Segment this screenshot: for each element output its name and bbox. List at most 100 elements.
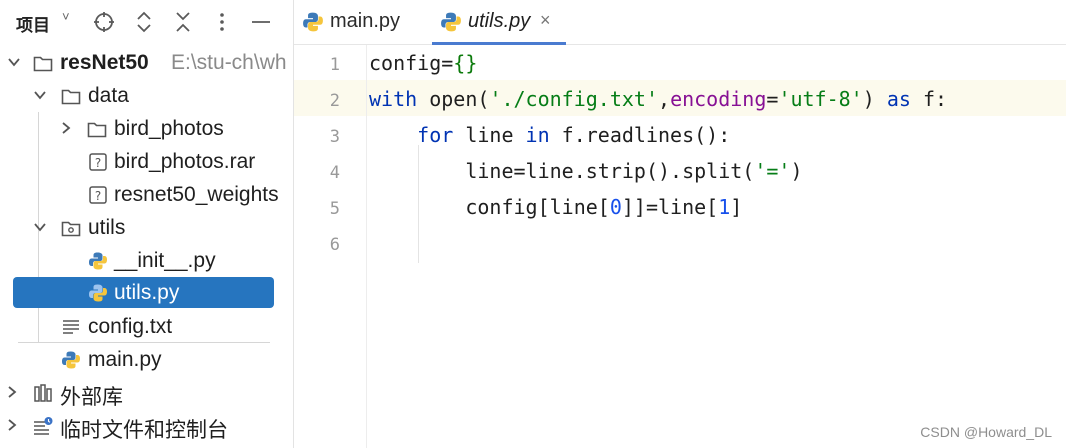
- tree-item-label: config.txt: [88, 315, 173, 338]
- tree-item-label: utils.py: [114, 281, 180, 304]
- tree-item-label: utils: [88, 216, 126, 239]
- line-number: 1: [329, 55, 340, 75]
- tree-item-label: bird_photos: [114, 117, 224, 140]
- python-file-icon: [303, 12, 323, 32]
- code-token: =: [766, 87, 779, 111]
- project-sidebar: 项目 ˅ resNet50 E:\stu-ch\wh data bird_pho…: [0, 0, 294, 448]
- tab-main-py[interactable]: main.py: [294, 0, 422, 44]
- tab-label: main.py: [330, 10, 401, 32]
- chevron-right-icon[interactable]: [5, 385, 19, 399]
- tree-item-external-libraries[interactable]: 外部库: [0, 376, 293, 409]
- code-token: ]]: [621, 195, 646, 219]
- python-file-icon: [62, 351, 80, 369]
- tree-item-utils[interactable]: utils: [0, 211, 293, 244]
- library-icon: [34, 384, 52, 402]
- code-line[interactable]: config={}: [369, 45, 477, 81]
- editor-tab-bar: main.py utils.py ×: [294, 0, 1066, 45]
- chevron-down-icon[interactable]: [33, 220, 47, 234]
- code-token: f.readlines():: [561, 123, 731, 147]
- line-number-gutter: 1 2 3 4 5 6: [294, 45, 367, 448]
- chevron-right-icon[interactable]: [5, 418, 19, 432]
- code-token: ): [790, 159, 803, 183]
- tab-utils-py[interactable]: utils.py ×: [432, 0, 566, 45]
- code-token: as: [886, 87, 923, 111]
- code-token: line[: [658, 195, 719, 219]
- tree-item-label: resNet50: [60, 51, 149, 74]
- code-line[interactable]: for line in f.readlines():: [369, 117, 730, 153]
- code-token: f:: [922, 87, 948, 111]
- svg-text:?: ?: [95, 189, 101, 203]
- tree-item-label: bird_photos.rar: [114, 150, 256, 173]
- tree-item-label: 外部库: [60, 386, 123, 409]
- code-token: line: [465, 123, 526, 147]
- more-options-icon[interactable]: [211, 11, 233, 33]
- tree-item-resnet50[interactable]: resNet50 E:\stu-ch\wh: [0, 46, 293, 79]
- tree-item-label: main.py: [88, 348, 162, 371]
- line-number: 2: [329, 91, 340, 111]
- code-token: with: [369, 87, 430, 111]
- tree-item-data[interactable]: data: [0, 79, 293, 112]
- line-number: 3: [329, 127, 340, 147]
- collapse-all-icon[interactable]: [172, 11, 194, 33]
- tree-item-path: E:\stu-ch\wh: [171, 51, 287, 74]
- unknown-file-icon: ?: [89, 186, 107, 204]
- watermark: CSDN @Howard_DL: [920, 424, 1052, 440]
- line-number: 5: [329, 199, 340, 219]
- chevron-down-icon[interactable]: [7, 55, 21, 69]
- tree-item-scratches-consoles[interactable]: 临时文件和控制台: [0, 409, 293, 442]
- code-token: =: [645, 195, 659, 219]
- scratches-icon: [34, 417, 53, 435]
- package-folder-icon: [61, 221, 81, 237]
- text-file-icon: [63, 320, 79, 334]
- locate-icon[interactable]: [93, 11, 115, 33]
- code-editor[interactable]: 1 2 3 4 5 6 config={} with open('./config…: [294, 45, 1066, 448]
- code-token: line.strip().split(: [525, 159, 755, 183]
- code-token: '=': [754, 159, 791, 183]
- code-token: =: [441, 51, 454, 75]
- code-line[interactable]: config[line[0]]=line[1]: [369, 189, 742, 225]
- tree-item-main-py[interactable]: main.py: [0, 343, 293, 376]
- code-token: =: [513, 159, 526, 183]
- python-file-icon: [89, 284, 107, 302]
- folder-icon: [61, 89, 81, 105]
- code-token: open: [429, 87, 478, 111]
- expand-all-icon[interactable]: [133, 11, 155, 33]
- code-token: './config.txt': [489, 87, 659, 111]
- tree-item-init-py[interactable]: __init__.py: [0, 244, 293, 277]
- code-line[interactable]: line=line.strip().split('='): [369, 153, 803, 189]
- tree-item-label: __init__.py: [114, 249, 216, 272]
- minimize-icon[interactable]: [250, 11, 272, 33]
- line-number: 4: [329, 163, 340, 183]
- tree-item-config-txt[interactable]: config.txt: [0, 310, 293, 343]
- code-token: config: [369, 51, 442, 75]
- folder-icon: [33, 56, 53, 72]
- chevron-down-icon[interactable]: [33, 88, 47, 102]
- code-token: encoding: [670, 87, 767, 111]
- folder-icon: [87, 122, 107, 138]
- chevron-down-icon[interactable]: ˅: [62, 9, 70, 24]
- tree-item-label: 临时文件和控制台: [60, 419, 228, 442]
- chevron-right-icon[interactable]: [59, 121, 73, 135]
- python-file-icon: [89, 252, 107, 270]
- svg-text:?: ?: [95, 156, 101, 170]
- code-token: ,: [658, 87, 671, 111]
- code-token: for: [369, 123, 466, 147]
- code-token: in: [525, 123, 562, 147]
- code-token: config[line[: [369, 195, 610, 219]
- code-token: ]: [730, 195, 743, 219]
- code-line[interactable]: with open('./config.txt',encoding='utf-8…: [369, 81, 947, 117]
- tree-item-utils-py[interactable]: utils.py: [0, 276, 293, 309]
- tree-item-bird-photos-rar[interactable]: ? bird_photos.rar: [0, 145, 293, 178]
- tree-item-bird-photos[interactable]: bird_photos: [0, 112, 293, 145]
- code-token: 0: [609, 195, 622, 219]
- close-icon[interactable]: ×: [540, 10, 551, 31]
- code-token: line: [369, 159, 514, 183]
- tree-item-label: resnet50_weights: [114, 183, 279, 206]
- tab-label: utils.py: [468, 10, 531, 32]
- code-token: 'utf-8': [778, 87, 863, 111]
- code-token: ): [862, 87, 887, 111]
- tree-item-resnet50-weights[interactable]: ? resnet50_weights: [0, 178, 293, 211]
- tree-item-label: data: [88, 84, 129, 107]
- sidebar-title[interactable]: 项目: [16, 11, 50, 36]
- python-file-icon: [441, 12, 461, 32]
